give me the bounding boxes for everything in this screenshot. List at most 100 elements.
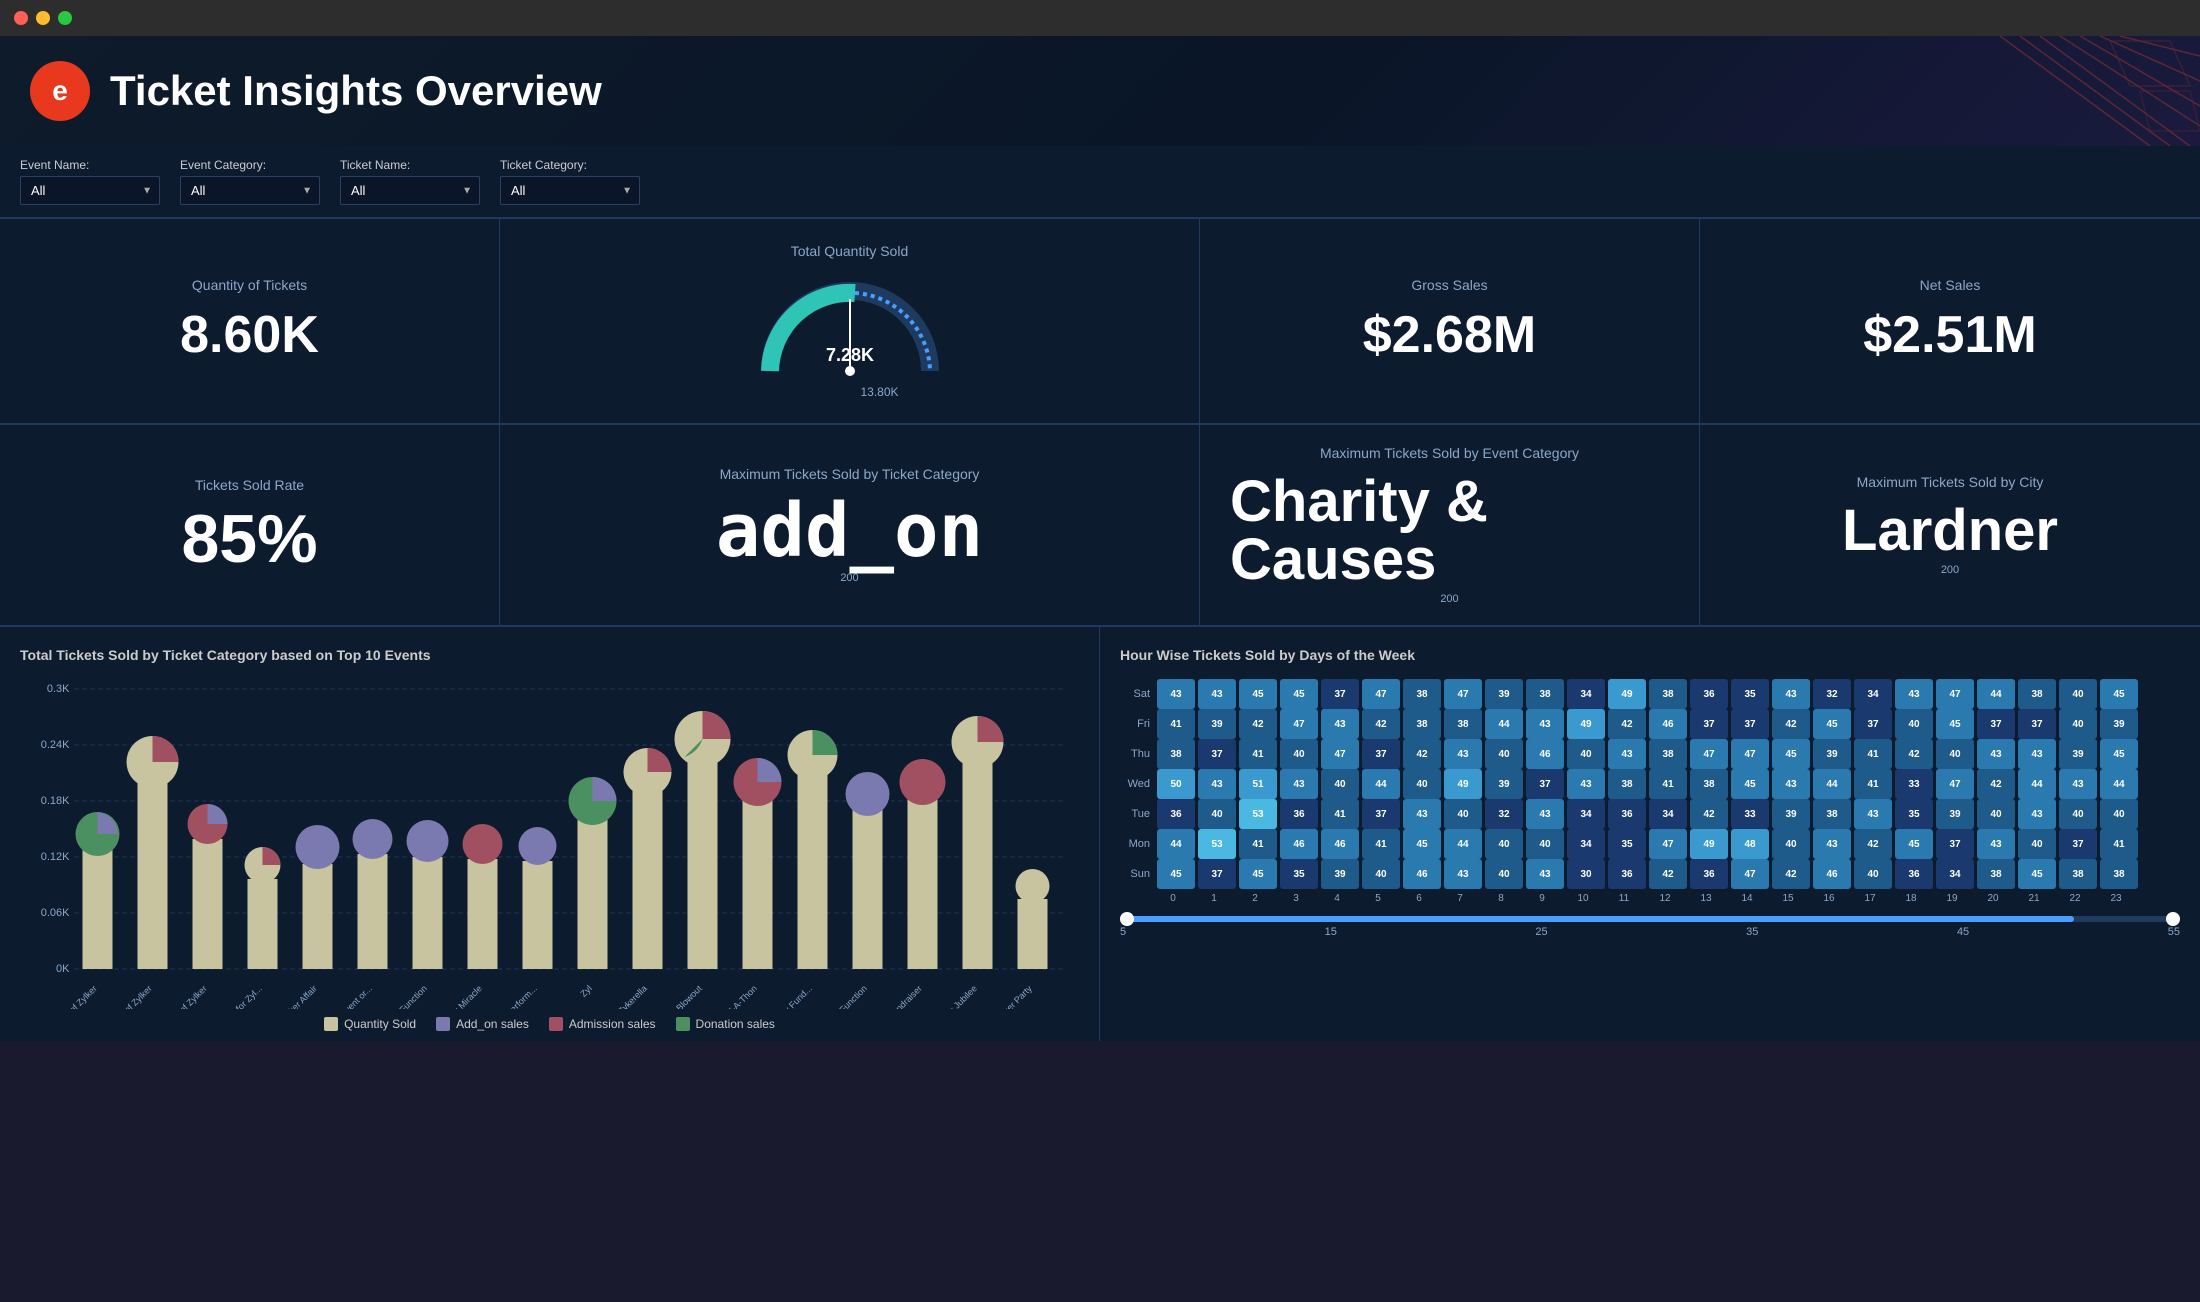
heatmap-cell[interactable]: 42 [1854,829,1892,859]
slider-thumb-right[interactable] [2166,912,2180,926]
heatmap-cell[interactable]: 41 [1649,769,1687,799]
event-name-select-wrapper[interactable]: All [20,176,160,205]
heatmap-cell[interactable]: 37 [2018,709,2056,739]
heatmap-cell[interactable]: 38 [1403,709,1441,739]
heatmap-cell[interactable]: 34 [1567,799,1605,829]
heatmap-cell[interactable]: 38 [2100,859,2138,889]
heatmap-cell[interactable]: 43 [1526,709,1564,739]
heatmap-cell[interactable]: 42 [1649,859,1687,889]
heatmap-cell[interactable]: 38 [1813,799,1851,829]
heatmap-cell[interactable]: 45 [1895,829,1933,859]
heatmap-cell[interactable]: 42 [1895,739,1933,769]
heatmap-cell[interactable]: 36 [1157,799,1195,829]
heatmap-cell[interactable]: 35 [1608,829,1646,859]
heatmap-cell[interactable]: 44 [1444,829,1482,859]
heatmap-cell[interactable]: 46 [1526,739,1564,769]
heatmap-cell[interactable]: 39 [1321,859,1359,889]
heatmap-cell[interactable]: 42 [1608,709,1646,739]
heatmap-cell[interactable]: 43 [1198,679,1236,709]
heatmap-cell[interactable]: 37 [1731,709,1769,739]
heatmap-cell[interactable]: 43 [1772,679,1810,709]
heatmap-cell[interactable]: 39 [2100,709,2138,739]
ticket-name-select-wrapper[interactable]: All [340,176,480,205]
heatmap-cell[interactable]: 37 [1362,799,1400,829]
heatmap-cell[interactable]: 40 [1567,739,1605,769]
event-name-select[interactable]: All [20,176,160,205]
heatmap-cell[interactable]: 34 [1649,799,1687,829]
heatmap-cell[interactable]: 39 [2059,739,2097,769]
ticket-name-select[interactable]: All [340,176,480,205]
heatmap-cell[interactable]: 46 [1649,709,1687,739]
heatmap-cell[interactable]: 43 [1895,679,1933,709]
heatmap-cell[interactable]: 40 [1772,829,1810,859]
heatmap-cell[interactable]: 40 [2059,799,2097,829]
heatmap-cell[interactable]: 35 [1280,859,1318,889]
heatmap-cell[interactable]: 42 [1977,769,2015,799]
heatmap-cell[interactable]: 38 [1649,739,1687,769]
heatmap-cell[interactable]: 42 [1772,709,1810,739]
minimize-button[interactable] [36,11,50,25]
heatmap-cell[interactable]: 32 [1813,679,1851,709]
heatmap-cell[interactable]: 45 [1280,679,1318,709]
heatmap-cell[interactable]: 40 [1198,799,1236,829]
heatmap-cell[interactable]: 47 [1280,709,1318,739]
heatmap-cell[interactable]: 30 [1567,859,1605,889]
heatmap-cell[interactable]: 45 [1403,829,1441,859]
heatmap-cell[interactable]: 49 [1567,709,1605,739]
heatmap-cell[interactable]: 32 [1485,799,1523,829]
heatmap-cell[interactable]: 37 [1977,709,2015,739]
heatmap-cell[interactable]: 47 [1690,739,1728,769]
heatmap-cell[interactable]: 45 [1239,679,1277,709]
heatmap-cell[interactable]: 47 [1936,769,1974,799]
heatmap-slider[interactable] [1120,916,2180,922]
heatmap-cell[interactable]: 36 [1608,859,1646,889]
heatmap-cell[interactable]: 40 [1280,739,1318,769]
heatmap-cell[interactable]: 42 [1403,739,1441,769]
heatmap-cell[interactable]: 38 [2059,859,2097,889]
heatmap-cell[interactable]: 40 [1936,739,1974,769]
heatmap-cell[interactable]: 43 [1977,739,2015,769]
heatmap-cell[interactable]: 40 [1444,799,1482,829]
heatmap-cell[interactable]: 35 [1731,679,1769,709]
heatmap-cell[interactable]: 43 [1977,829,2015,859]
heatmap-cell[interactable]: 34 [1567,829,1605,859]
heatmap-cell[interactable]: 43 [1444,859,1482,889]
heatmap-cell[interactable]: 42 [1239,709,1277,739]
heatmap-cell[interactable]: 41 [1157,709,1195,739]
heatmap-cell[interactable]: 43 [1608,739,1646,769]
heatmap-cell[interactable]: 38 [1526,679,1564,709]
heatmap-cell[interactable]: 38 [1608,769,1646,799]
heatmap-cell[interactable]: 46 [1813,859,1851,889]
heatmap-cell[interactable]: 42 [1772,859,1810,889]
heatmap-cell[interactable]: 45 [1239,859,1277,889]
ticket-category-select-wrapper[interactable]: All [500,176,640,205]
heatmap-cell[interactable]: 40 [2100,799,2138,829]
heatmap-cell[interactable]: 47 [1731,859,1769,889]
heatmap-cell[interactable]: 43 [1526,859,1564,889]
heatmap-cell[interactable]: 47 [1444,679,1482,709]
heatmap-cell[interactable]: 43 [1157,679,1195,709]
heatmap-cell[interactable]: 38 [1690,769,1728,799]
heatmap-cell[interactable]: 40 [2059,679,2097,709]
heatmap-cell[interactable]: 39 [1936,799,1974,829]
heatmap-cell[interactable]: 47 [1321,739,1359,769]
ticket-category-select[interactable]: All [500,176,640,205]
heatmap-cell[interactable]: 43 [1444,739,1482,769]
heatmap-cell[interactable]: 37 [1936,829,1974,859]
heatmap-cell[interactable]: 47 [1362,679,1400,709]
heatmap-cell[interactable]: 37 [1526,769,1564,799]
heatmap-cell[interactable]: 40 [1403,769,1441,799]
close-button[interactable] [14,11,28,25]
heatmap-cell[interactable]: 46 [1280,829,1318,859]
heatmap-cell[interactable]: 39 [1813,739,1851,769]
heatmap-cell[interactable]: 38 [1444,709,1482,739]
heatmap-cell[interactable]: 49 [1690,829,1728,859]
heatmap-cell[interactable]: 34 [1567,679,1605,709]
heatmap-cell[interactable]: 44 [1977,679,2015,709]
maximize-button[interactable] [58,11,72,25]
slider-track[interactable] [1120,916,2180,922]
heatmap-cell[interactable]: 40 [1485,829,1523,859]
heatmap-cell[interactable]: 40 [1362,859,1400,889]
heatmap-cell[interactable]: 36 [1690,679,1728,709]
heatmap-cell[interactable]: 36 [1690,859,1728,889]
